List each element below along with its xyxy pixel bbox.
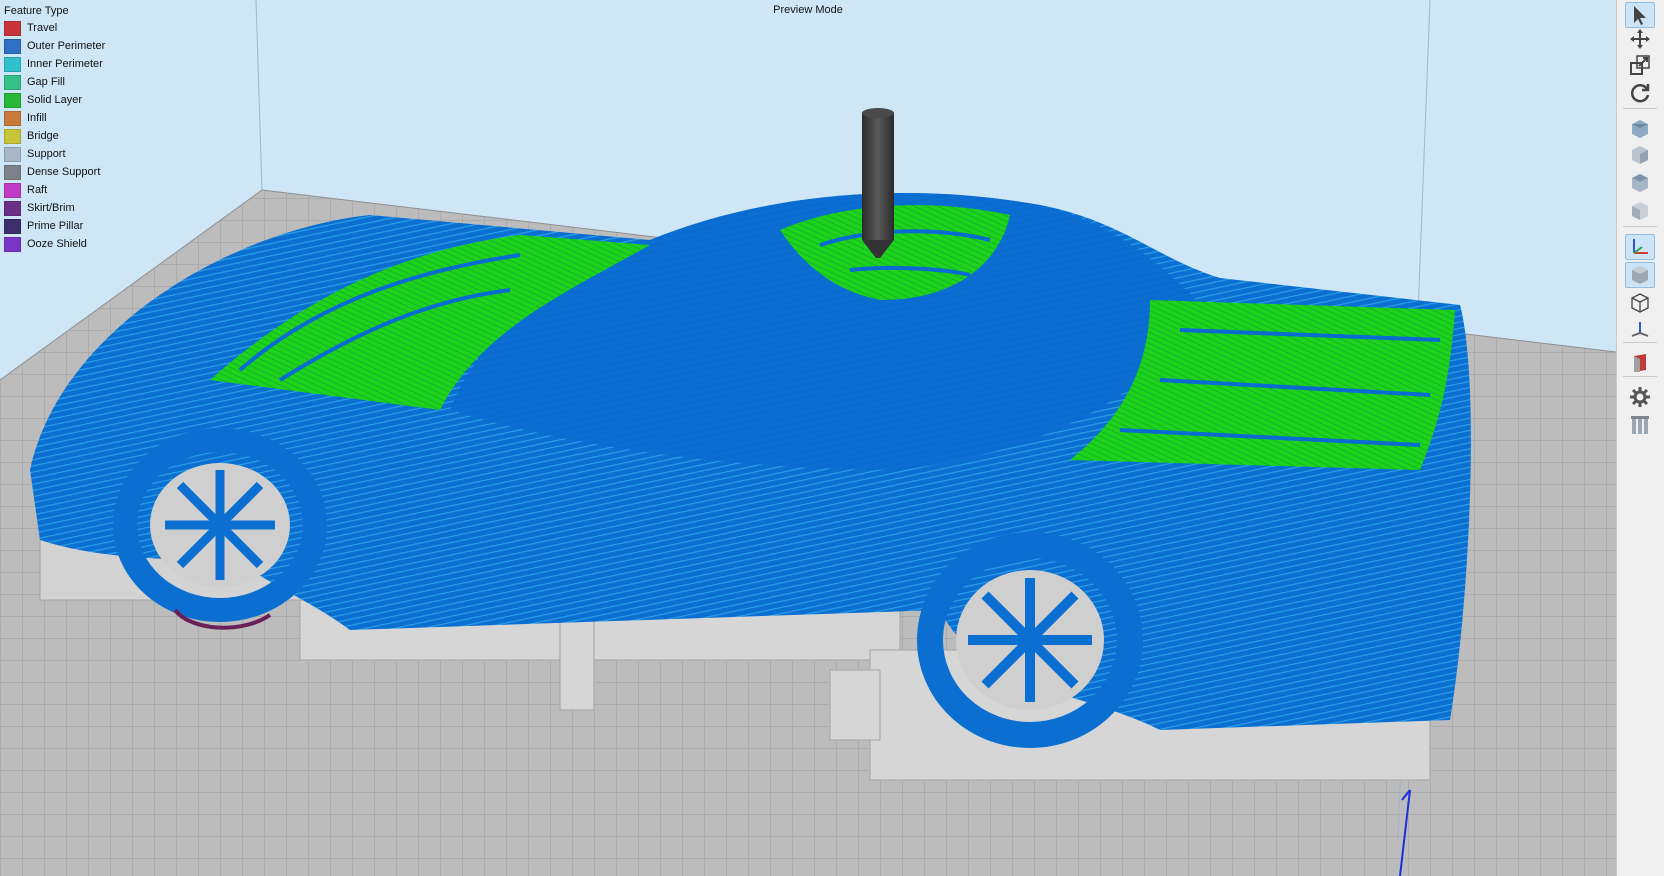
legend-item: Outer Perimeter	[4, 37, 105, 55]
legend-swatch	[4, 236, 21, 252]
axes-icon	[1633, 239, 1648, 254]
legend-label: Infill	[27, 112, 47, 124]
section-view-toggle[interactable]	[1625, 318, 1655, 344]
cube-top-icon	[1632, 174, 1648, 192]
gear-icon	[1630, 387, 1650, 407]
legend-label: Bridge	[27, 130, 59, 142]
legend-swatch	[4, 128, 21, 144]
legend-label: Skirt/Brim	[27, 202, 75, 214]
supports-button[interactable]	[1625, 412, 1655, 438]
settings-button[interactable]	[1625, 384, 1655, 410]
legend-label: Ooze Shield	[27, 238, 87, 250]
move-arrows-icon	[1630, 29, 1650, 49]
view-iso-button[interactable]	[1625, 116, 1655, 142]
legend-item: Ooze Shield	[4, 235, 105, 253]
legend-label: Travel	[27, 22, 58, 34]
legend-label: Outer Perimeter	[27, 40, 106, 52]
solid-cube-icon	[1632, 266, 1648, 284]
legend-swatch	[4, 74, 21, 90]
legend-swatch	[4, 146, 21, 162]
legend-item: Dense Support	[4, 163, 105, 181]
legend-item: Support	[4, 145, 105, 163]
cube-side-icon	[1632, 202, 1648, 220]
rotate-icon	[1630, 84, 1650, 103]
rear-wheel	[917, 532, 1143, 748]
legend-item: Bridge	[4, 127, 105, 145]
cross-section-toggle[interactable]	[1625, 350, 1655, 376]
legend-title: Feature Type	[4, 5, 69, 17]
view-side-button[interactable]	[1625, 198, 1655, 224]
support-pillars-icon	[1631, 416, 1649, 434]
legend-swatch	[4, 164, 21, 180]
section-axis-icon	[1631, 322, 1649, 337]
cross-section-icon	[1634, 354, 1646, 372]
legend-item: Infill	[4, 109, 105, 127]
arrow-cursor-icon	[1634, 6, 1646, 25]
toolbar-separator	[1623, 108, 1657, 109]
nozzle	[862, 108, 894, 258]
legend-swatch	[4, 56, 21, 72]
legend-swatch	[4, 92, 21, 108]
legend-label: Inner Perimeter	[27, 58, 103, 70]
toolbar-separator	[1623, 376, 1657, 377]
show-axes-toggle[interactable]	[1625, 234, 1655, 260]
legend-swatch	[4, 20, 21, 36]
scale-icon	[1630, 55, 1650, 75]
legend-item: Gap Fill	[4, 73, 105, 91]
legend-swatch	[4, 218, 21, 234]
scale-tool[interactable]	[1625, 52, 1655, 78]
legend-swatch	[4, 38, 21, 54]
solid-view-toggle[interactable]	[1625, 262, 1655, 288]
feature-type-legend: Feature Type Travel Outer Perimeter Inner …	[4, 3, 105, 253]
select-tool[interactable]	[1625, 2, 1655, 28]
view-front-button[interactable]	[1625, 142, 1655, 168]
legend-label: Dense Support	[27, 166, 101, 178]
view-top-button[interactable]	[1625, 170, 1655, 196]
wireframe-view-toggle[interactable]	[1625, 290, 1655, 316]
legend-swatch	[4, 182, 21, 198]
toolbar-separator	[1623, 226, 1657, 227]
move-tool[interactable]	[1625, 26, 1655, 52]
legend-item: Inner Perimeter	[4, 55, 105, 73]
legend-item: Travel	[4, 19, 105, 37]
toolbar-separator	[1623, 342, 1657, 343]
legend-item: Solid Layer	[4, 91, 105, 109]
legend-label: Gap Fill	[27, 76, 65, 88]
legend-label: Support	[27, 148, 66, 160]
front-wheel	[113, 428, 327, 622]
right-toolbar	[1616, 0, 1664, 876]
legend-swatch	[4, 200, 21, 216]
legend-item: Prime Pillar	[4, 217, 105, 235]
legend-item: Raft	[4, 181, 105, 199]
legend-label: Solid Layer	[27, 94, 83, 106]
cube-front-icon	[1632, 146, 1648, 164]
cube-icon	[1632, 120, 1648, 138]
legend-item: Skirt/Brim	[4, 199, 105, 217]
rotate-tool[interactable]	[1625, 80, 1655, 106]
legend-label: Raft	[27, 184, 48, 196]
preview-mode-title: Preview Mode	[773, 4, 843, 16]
print-preview-scene[interactable]	[0, 0, 1616, 876]
wireframe-cube-icon	[1631, 293, 1649, 313]
legend-label: Prime Pillar	[27, 220, 84, 232]
legend-swatch	[4, 110, 21, 126]
3d-preview-viewport[interactable]: Preview Mode Feature Type Travel Outer Pe…	[0, 0, 1616, 876]
